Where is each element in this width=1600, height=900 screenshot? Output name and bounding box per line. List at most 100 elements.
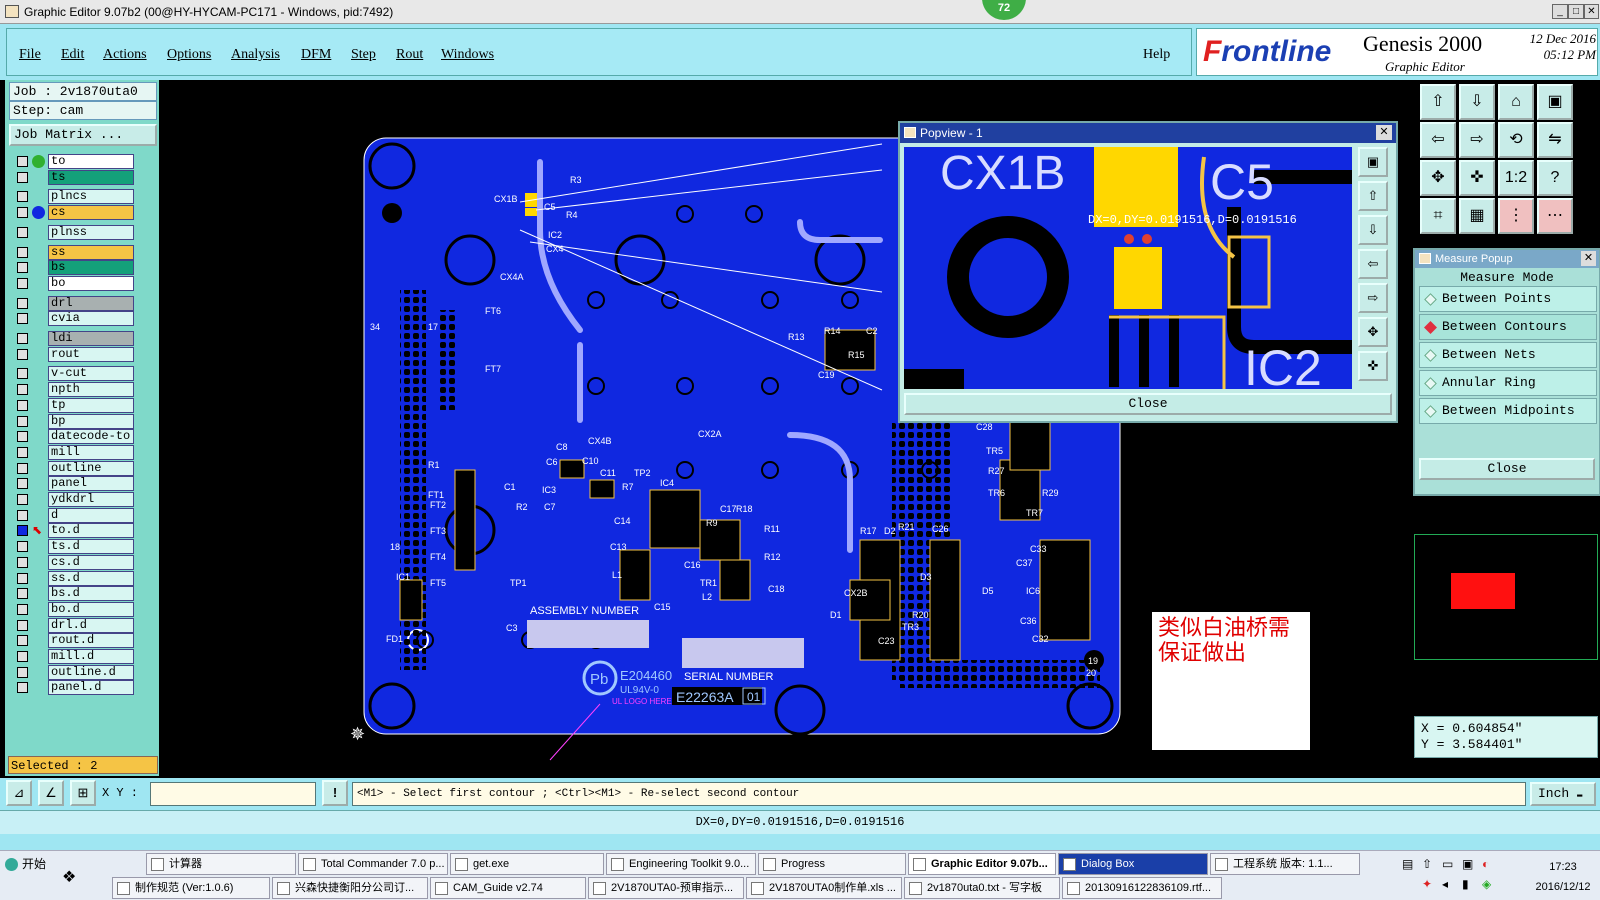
popview-close-icon[interactable]: ✕: [1376, 125, 1392, 140]
popview-canvas[interactable]: CX1B C5 IC2 DX=0,DY=0.0191516,D=0.019151…: [904, 147, 1352, 389]
net-icon[interactable]: ⋮: [1498, 198, 1534, 234]
layer-checkbox[interactable]: [17, 666, 28, 678]
layer-checkbox[interactable]: [17, 541, 28, 553]
taskbar-button[interactable]: Total Commander 7.0 p...: [298, 853, 448, 875]
layer-row-panel-d[interactable]: panel.d: [10, 680, 134, 696]
measure-between-nets[interactable]: Between Nets: [1419, 342, 1597, 368]
snap-icon[interactable]: ⊿: [6, 780, 32, 806]
layer-checkbox[interactable]: [17, 348, 28, 360]
layer-checkbox[interactable]: [17, 619, 28, 631]
popview-pan-left-icon[interactable]: ⇦: [1358, 249, 1388, 279]
tray-volume-icon[interactable]: ◂: [1442, 877, 1448, 891]
menu-windows[interactable]: Windows: [441, 47, 494, 63]
layer-checkbox[interactable]: [17, 384, 28, 396]
measure-icon[interactable]: ⌗: [1420, 198, 1456, 234]
taskbar-button[interactable]: 工程系统 版本: 1.1...: [1210, 853, 1360, 875]
taskbar-button[interactable]: 20130916122836109.rtf...: [1062, 877, 1222, 899]
pan-left-icon[interactable]: ⇦: [1420, 122, 1456, 158]
tray-app-icon[interactable]: ▣: [1462, 857, 1473, 871]
taskbar-button[interactable]: get.exe: [450, 853, 604, 875]
layer-row-bp[interactable]: bp: [10, 413, 134, 429]
layer-row-cs-d[interactable]: cs.d: [10, 554, 134, 570]
layer-checkbox[interactable]: [17, 462, 28, 474]
layer-checkbox[interactable]: [17, 156, 28, 167]
popview-zoom-fit-icon[interactable]: ▣: [1358, 147, 1388, 177]
quick-launch-icon[interactable]: ❖: [62, 867, 86, 889]
layer-row-to[interactable]: to: [10, 154, 134, 169]
measure-close-button[interactable]: Close: [1419, 458, 1595, 480]
layer-row-tp[interactable]: tp: [10, 397, 134, 413]
menu-dfm[interactable]: DFM: [301, 47, 331, 63]
taskbar-button[interactable]: Engineering Toolkit 9.0...: [606, 853, 756, 875]
layer-row-rout[interactable]: rout: [10, 346, 134, 362]
taskbar-button[interactable]: CAM_Guide v2.74: [430, 877, 586, 899]
grid-snap-icon[interactable]: ⊞: [70, 780, 96, 806]
layer-checkbox[interactable]: [17, 635, 28, 647]
tray-arrow-icon[interactable]: ⇧: [1422, 857, 1432, 871]
layer-checkbox[interactable]: [17, 682, 28, 694]
home-icon[interactable]: ⌂: [1498, 84, 1534, 120]
tray-network-icon[interactable]: ▤: [1402, 857, 1413, 871]
layer-row-drl[interactable]: drl: [10, 295, 134, 311]
popview-zoom-out-icon[interactable]: ⇩: [1358, 215, 1388, 245]
popview-expand-icon[interactable]: ✥: [1358, 317, 1388, 347]
layer-row-plncs[interactable]: plncs: [10, 189, 134, 205]
taskbar-button[interactable]: Graphic Editor 9.07b...: [908, 853, 1056, 875]
grid-icon[interactable]: ▦: [1459, 198, 1495, 234]
layer-row-ts-d[interactable]: ts.d: [10, 539, 134, 555]
minimize-button[interactable]: _: [1552, 4, 1568, 19]
menu-edit[interactable]: Edit: [61, 47, 84, 63]
measure-between-contours[interactable]: Between Contours: [1419, 314, 1597, 340]
layer-row-to-d[interactable]: ⬉ to.d: [10, 523, 134, 539]
tray-ime-icon[interactable]: ✦: [1422, 877, 1432, 891]
layer-row-cvia[interactable]: cvia: [10, 311, 134, 327]
layer-row-drl-d[interactable]: drl.d: [10, 617, 134, 633]
layer-checkbox[interactable]: [17, 171, 28, 183]
tray-update-icon[interactable]: ◐: [1482, 857, 1489, 871]
layer-row-ts[interactable]: ts: [10, 169, 134, 185]
layer-checkbox[interactable]: [17, 277, 28, 289]
start-button[interactable]: 开始: [2, 853, 52, 875]
warning-icon[interactable]: !: [322, 780, 348, 806]
popview-close-button[interactable]: Close: [904, 393, 1392, 415]
taskbar-button[interactable]: 计算器: [146, 853, 296, 875]
menu-help[interactable]: Help: [1143, 47, 1170, 63]
menu-rout[interactable]: Rout: [396, 47, 423, 63]
layer-checkbox[interactable]: [17, 297, 28, 309]
taskbar-button[interactable]: Dialog Box: [1058, 853, 1208, 875]
close-window-button[interactable]: ✕: [1584, 4, 1599, 19]
connect-icon[interactable]: ⋯: [1537, 198, 1573, 234]
layer-row-ss[interactable]: ss: [10, 244, 134, 260]
zoom-out-icon[interactable]: ⇩: [1459, 84, 1495, 120]
selected-pad-2[interactable]: [525, 208, 537, 216]
tray-power-icon[interactable]: ▮: [1462, 877, 1469, 891]
menu-options[interactable]: Options: [167, 47, 211, 63]
layer-checkbox[interactable]: [17, 226, 28, 238]
zoom-in-icon[interactable]: ⇧: [1420, 84, 1456, 120]
taskbar-button[interactable]: Progress: [758, 853, 906, 875]
layer-row-ydkdrl[interactable]: ydkdrl: [10, 492, 134, 507]
layer-checkbox[interactable]: [17, 191, 28, 203]
measure-between-points[interactable]: Between Points: [1419, 286, 1597, 312]
layer-checkbox[interactable]: [17, 494, 28, 505]
layer-row-d[interactable]: d: [10, 507, 134, 523]
fit-window-icon[interactable]: ▣: [1537, 84, 1573, 120]
taskbar-button[interactable]: 2V1870UTA0制作单.xls ...: [746, 877, 902, 899]
taskbar-button[interactable]: 制作规范 (Ver:1.0.6): [112, 877, 270, 899]
swap-icon[interactable]: ⇋: [1537, 122, 1573, 158]
maximize-button[interactable]: □: [1568, 4, 1584, 19]
move-icon[interactable]: ✜: [1459, 160, 1495, 196]
layer-row-bo-d[interactable]: bo.d: [10, 601, 134, 617]
layer-checkbox[interactable]: [17, 509, 28, 521]
layer-row-outline-d[interactable]: outline.d: [10, 664, 134, 680]
layer-checkbox[interactable]: [17, 415, 28, 427]
taskbar-button[interactable]: 兴森快捷衡阳分公司订...: [272, 877, 428, 899]
layer-row-plnss[interactable]: plnss: [10, 224, 134, 240]
popview-pan-right-icon[interactable]: ⇨: [1358, 283, 1388, 313]
layer-checkbox[interactable]: [17, 246, 28, 258]
menu-analysis[interactable]: Analysis: [231, 47, 280, 63]
layer-row-bs-d[interactable]: bs.d: [10, 586, 134, 602]
clock[interactable]: 17:23 2016/12/12: [1530, 857, 1596, 897]
measure-popup-close-icon[interactable]: ✕: [1581, 251, 1596, 266]
measure-between-midpoints[interactable]: Between Midpoints: [1419, 398, 1597, 424]
